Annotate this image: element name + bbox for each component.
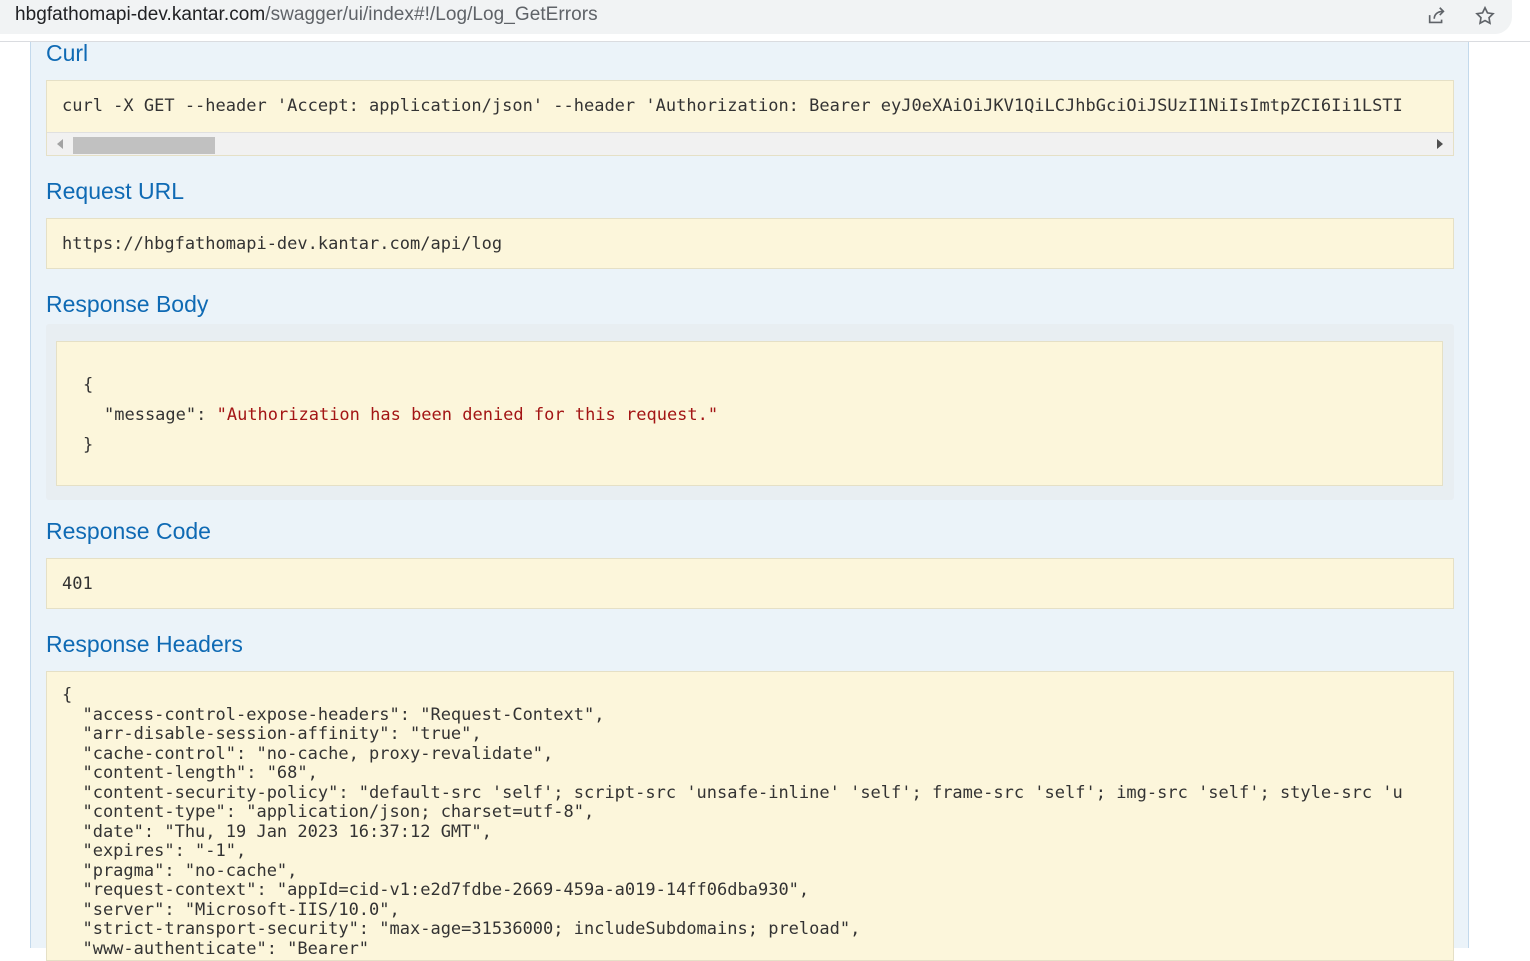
star-icon[interactable]	[1472, 3, 1498, 29]
url-host: hbgfathomapi-dev.kantar.com	[15, 4, 266, 25]
json-colon: :	[196, 405, 217, 425]
header-line: "request-context": "appId=cid-v1:e2d7fdb…	[62, 880, 810, 900]
header-line: "cache-control": "no-cache, proxy-revali…	[62, 744, 554, 764]
curl-block: curl -X GET --header 'Accept: applicatio…	[46, 80, 1454, 156]
header-line: "strict-transport-security": "max-age=31…	[62, 919, 861, 939]
scroll-thumb[interactable]	[73, 137, 215, 154]
response-code-block: 401	[46, 558, 1454, 609]
response-body-title: Response Body	[46, 291, 209, 317]
response-body-block: { "message": "Authorization has been den…	[56, 341, 1443, 486]
curl-title: Curl	[46, 40, 89, 66]
header-line: "www-authenticate": "Bearer"	[62, 939, 370, 959]
response-body-wrapper: { "message": "Authorization has been den…	[46, 324, 1454, 500]
response-code-value: 401	[62, 574, 93, 594]
header-line: "content-security-policy": "default-src …	[62, 783, 1403, 803]
request-url-value: https://hbgfathomapi-dev.kantar.com/api/…	[62, 234, 503, 254]
omnibox[interactable]: hbgfathomapi-dev.kantar.com/swagger/ui/i…	[0, 0, 1512, 34]
browser-toolbar: hbgfathomapi-dev.kantar.com/swagger/ui/i…	[0, 0, 1530, 42]
header-line: "pragma": "no-cache",	[62, 861, 298, 881]
response-headers-title: Response Headers	[46, 631, 243, 657]
header-line: "expires": "-1",	[62, 841, 247, 861]
json-message-line: "message": "Authorization has been denie…	[104, 405, 718, 425]
json-key-message: "message"	[104, 405, 197, 425]
scroll-right-icon[interactable]	[1437, 139, 1443, 149]
header-line: "content-type": "application/json; chars…	[62, 802, 595, 822]
json-value-message: "Authorization has been denied for this …	[216, 405, 719, 425]
header-line: "server": "Microsoft-IIS/10.0",	[62, 900, 400, 920]
address-url[interactable]: hbgfathomapi-dev.kantar.com/swagger/ui/i…	[15, 4, 598, 26]
request-url-title: Request URL	[46, 178, 185, 204]
response-code-title: Response Code	[46, 518, 211, 544]
json-close-brace: }	[83, 435, 94, 455]
header-line: "arr-disable-session-affinity": "true",	[62, 724, 482, 744]
header-line: "date": "Thu, 19 Jan 2023 16:37:12 GMT",	[62, 822, 492, 842]
url-path: /swagger/ui/index#!/Log/Log_GetErrors	[265, 4, 598, 25]
request-url-block: https://hbgfathomapi-dev.kantar.com/api/…	[46, 218, 1454, 269]
header-line: "access-control-expose-headers": "Reques…	[62, 705, 605, 725]
curl-horizontal-scrollbar[interactable]	[47, 132, 1453, 155]
header-line: "content-length": "68",	[62, 763, 318, 783]
scroll-left-icon[interactable]	[57, 139, 63, 149]
curl-command: curl -X GET --header 'Accept: applicatio…	[62, 96, 1403, 116]
header-line: {	[62, 685, 73, 705]
response-headers-block: { "access-control-expose-headers": "Requ…	[46, 671, 1454, 961]
share-icon[interactable]	[1424, 3, 1450, 29]
json-open-brace: {	[83, 375, 94, 395]
